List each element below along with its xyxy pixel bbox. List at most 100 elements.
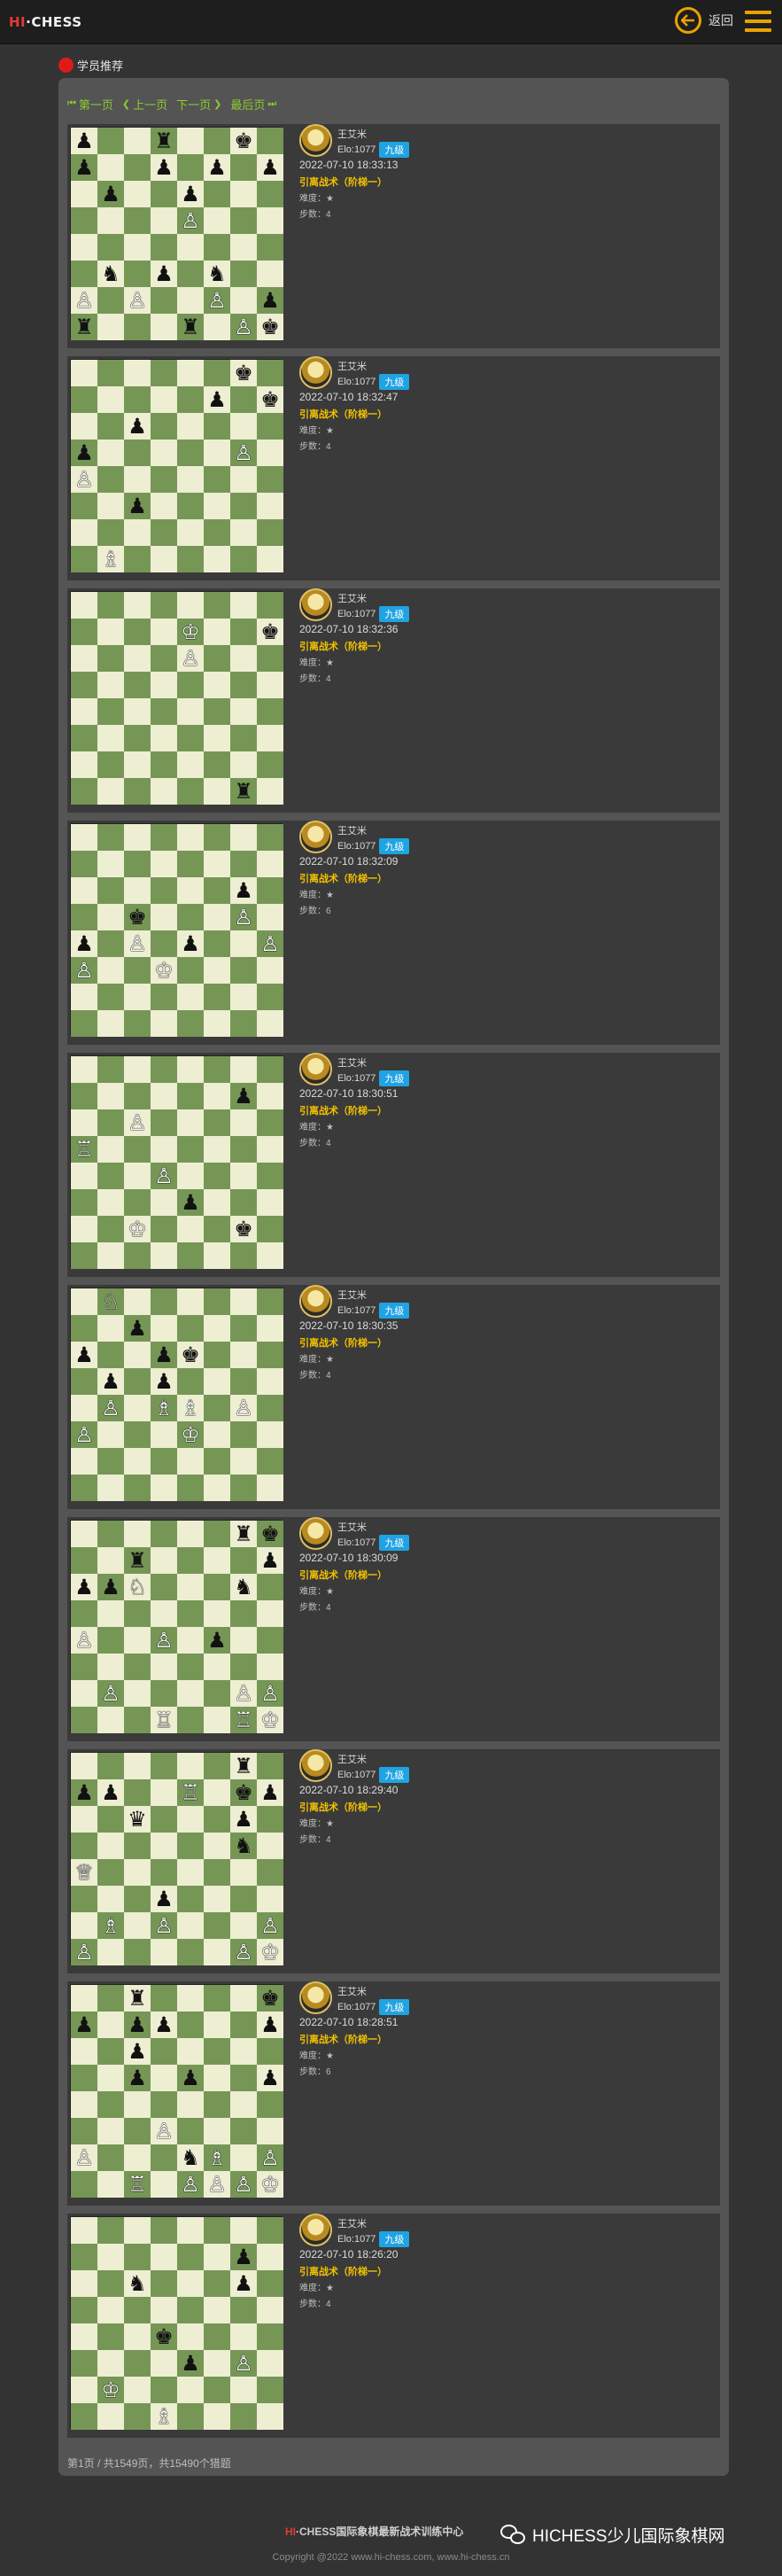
page-count: 第1页 / 共1549页，共15490个猎题 (67, 2457, 231, 2470)
board-square (177, 1010, 204, 1037)
puzzle-card[interactable]: ♟ ♞ ♟ ♚ ♟ ♙ ♔ ♗ 王艾米 Elo:1077 九级 2022-07-10 18:26:20… (67, 2214, 720, 2438)
board-square (257, 698, 283, 725)
board-square (97, 154, 124, 181)
board-square: ♟ (97, 181, 124, 207)
board-square (124, 1421, 151, 1448)
footer-brand: HI·CHESS国际象棋最新战术训练中心 (285, 2525, 464, 2538)
board-square (124, 1939, 151, 1965)
level-badge: 九级 (379, 1767, 410, 1783)
chess-piece-icon: ♔ (154, 958, 174, 983)
board-square (257, 1315, 283, 1342)
chess-board[interactable]: ♜ ♚ ♟ ♟ ♟ ♟ ♟ ♟ ♟ ♟ ♙ ♙ ♞ ♗ ♙ ♖ ♙ ♙ ♙ ♔ (70, 1984, 283, 2198)
chess-piece-icon: ♟ (101, 1780, 120, 1805)
first-page-link[interactable]: ⏮ 第一页 (67, 96, 113, 113)
puzzle-card[interactable]: ♔ ♚ ♙ ♜ 王艾米 Elo:1077 九级 2022-07-10 18:32:36 引离战术… (67, 588, 720, 813)
chess-piece-icon: ♘ (101, 1289, 120, 1314)
timestamp: 2022-07-10 18:30:35 (299, 1319, 399, 1332)
board-square (230, 672, 257, 698)
hamburger-menu-icon[interactable] (745, 11, 771, 32)
difficulty: 难度：★ (299, 1587, 334, 1597)
chess-board[interactable]: ♜ ♚ ♜ ♟ ♟ ♟ ♘ ♞ ♙ ♙ ♟ ♙ ♙ ♙ ♖ ♖ ♔ (70, 1520, 283, 1733)
board-square (177, 234, 204, 261)
chess-piece-icon: ♙ (234, 2351, 253, 2376)
last-page-link[interactable]: 最后页 ⏭ (230, 96, 276, 113)
board-square (230, 984, 257, 1010)
tactic-title[interactable]: 引离战术（阶梯一） (299, 407, 387, 421)
elo-row: Elo:1077 九级 (337, 2231, 410, 2247)
board-square (124, 1475, 151, 1501)
board-square: ♟ (71, 440, 97, 466)
tactic-title[interactable]: 引离战术（阶梯一） (299, 1800, 387, 1814)
board-square: ♖ (124, 2171, 151, 2198)
board-square (151, 1859, 177, 1886)
chess-board[interactable]: ♔ ♚ ♙ ♜ (70, 591, 283, 805)
avatar (299, 2214, 332, 2246)
chess-board[interactable]: ♘ ♟ ♟ ♟ ♚ ♟ ♟ ♙ ♗ ♗ ♙ ♙ ♔ (70, 1288, 283, 1501)
chess-board[interactable]: ♟ ♚ ♙ ♟ ♙ ♟ ♙ ♙ ♔ (70, 823, 283, 1037)
board-square (97, 2323, 124, 2350)
puzzle-card[interactable]: ♜ ♚ ♟ ♟ ♟ ♟ ♟ ♟ ♟ ♟ ♙ ♙ ♞ ♗ ♙ ♖ ♙ ♙ ♙ ♔ 王艾米 Elo:1077 九级 2022-07… (67, 1981, 720, 2206)
chess-board[interactable]: ♚ ♟ ♚ ♟ ♟ ♙ ♙ ♟ ♗ (70, 359, 283, 572)
board-square (230, 466, 257, 493)
chess-piece-icon: ♙ (260, 931, 280, 956)
chess-board[interactable]: ♟ ♞ ♟ ♚ ♟ ♙ ♔ ♗ (70, 2216, 283, 2430)
next-page-link[interactable]: 下一页 ❯ (176, 96, 221, 113)
board-square (177, 2118, 204, 2144)
board-square (151, 672, 177, 698)
board-square (71, 751, 97, 778)
board-square: ♔ (97, 2377, 124, 2403)
tactic-title[interactable]: 引离战术（阶梯一） (299, 1335, 387, 1350)
puzzle-card[interactable]: ♟ ♚ ♙ ♟ ♙ ♟ ♙ ♙ ♔ 王艾米 Elo:1077 九级 2022-07-10 18:32:0… (67, 821, 720, 1045)
board-square: ♙ (151, 1627, 177, 1654)
board-square (124, 234, 151, 261)
tactic-title[interactable]: 引离战术（阶梯一） (299, 639, 387, 653)
board-square (257, 1342, 283, 1368)
board-square (71, 1753, 97, 1779)
chess-piece-icon: ♔ (101, 2378, 120, 2402)
board-square (97, 1806, 124, 1833)
board-square: ♔ (257, 1707, 283, 1733)
timestamp: 2022-07-10 18:26:20 (299, 2248, 399, 2261)
board-square: ♙ (97, 1680, 124, 1707)
tactic-title[interactable]: 引离战术（阶梯一） (299, 1568, 387, 1582)
puzzle-card[interactable]: ♚ ♟ ♚ ♟ ♟ ♙ ♙ ♟ ♗ 王艾米 Elo:1077 九级 2022-07-10 18:32:4… (67, 356, 720, 580)
board-square (257, 1163, 283, 1189)
board-square: ♟ (151, 2012, 177, 2038)
board-square: ♜ (151, 128, 177, 154)
board-square: ♙ (257, 2144, 283, 2171)
board-square (204, 1421, 230, 1448)
puzzle-card[interactable]: ♟ ♙ ♖ ♙ ♟ ♔ ♚ 王艾米 Elo:1077 九级 2022-07-10 18:30:51 引… (67, 1053, 720, 1277)
tactic-title[interactable]: 引离战术（阶梯一） (299, 1103, 387, 1117)
top-bar: HI·CHESS 返回 (0, 0, 782, 44)
board-square: ♙ (71, 466, 97, 493)
puzzle-card[interactable]: ♜ ♚ ♜ ♟ ♟ ♟ ♘ ♞ ♙ ♙ ♟ ♙ ♙ ♙ ♖ ♖ ♔ 王艾米 Elo:1077 九级 2022-07-10… (67, 1517, 720, 1741)
chess-piece-icon: ♙ (260, 1681, 280, 1706)
puzzle-card[interactable]: ♜ ♟ ♟ ♖ ♚ ♟ ♛ ♟ ♞ ♕ ♟ ♗ ♙ ♙ ♙ ♙ ♔ 王艾米 Elo:1077 九级 2022-07-10… (67, 1749, 720, 1973)
board-square (257, 904, 283, 930)
board-square (151, 2270, 177, 2297)
board-square (124, 1886, 151, 1912)
board-square (204, 1342, 230, 1368)
chess-board[interactable]: ♜ ♟ ♟ ♖ ♚ ♟ ♛ ♟ ♞ ♕ ♟ ♗ ♙ ♙ ♙ ♙ ♔ (70, 1752, 283, 1965)
puzzle-card[interactable]: ♟ ♜ ♚ ♟ ♟ ♟ ♟ ♟ ♟ ♙ ♞ ♟ ♞ ♙ ♙ ♙ ♟ ♜ ♜ ♙ ♚ 王艾米 Elo:1077 九级 2022-0… (67, 124, 720, 348)
board-square (230, 1627, 257, 1654)
board-square (151, 413, 177, 440)
board-square (204, 128, 230, 154)
board-square (204, 592, 230, 619)
tactic-title[interactable]: 引离战术（阶梯一） (299, 871, 387, 885)
puzzle-card[interactable]: ♘ ♟ ♟ ♟ ♚ ♟ ♟ ♙ ♗ ♗ ♙ ♙ ♔ 王艾米 Elo:1077 九级 2022-07-10 18:… (67, 1285, 720, 1509)
board-square (230, 2038, 257, 2065)
chess-board[interactable]: ♟ ♜ ♚ ♟ ♟ ♟ ♟ ♟ ♟ ♙ ♞ ♟ ♞ ♙ ♙ ♙ ♟ ♜ ♜ ♙ ♚ (70, 127, 283, 340)
chess-board[interactable]: ♟ ♙ ♖ ♙ ♟ ♔ ♚ (70, 1055, 283, 1269)
tactic-title[interactable]: 引离战术（阶梯一） (299, 2264, 387, 2278)
board-square (97, 1109, 124, 1136)
prev-page-link[interactable]: ❮ 上一页 (122, 96, 167, 113)
tactic-title[interactable]: 引离战术（阶梯一） (299, 175, 387, 189)
hichess-logo[interactable]: HI·CHESS (9, 14, 82, 30)
tactic-title[interactable]: 引离战术（阶梯一） (299, 2032, 387, 2046)
chess-piece-icon: ♙ (234, 905, 253, 930)
board-square: ♚ (151, 2323, 177, 2350)
back-button[interactable]: 返回 (675, 7, 733, 34)
board-square (151, 1136, 177, 1163)
board-square (71, 698, 97, 725)
